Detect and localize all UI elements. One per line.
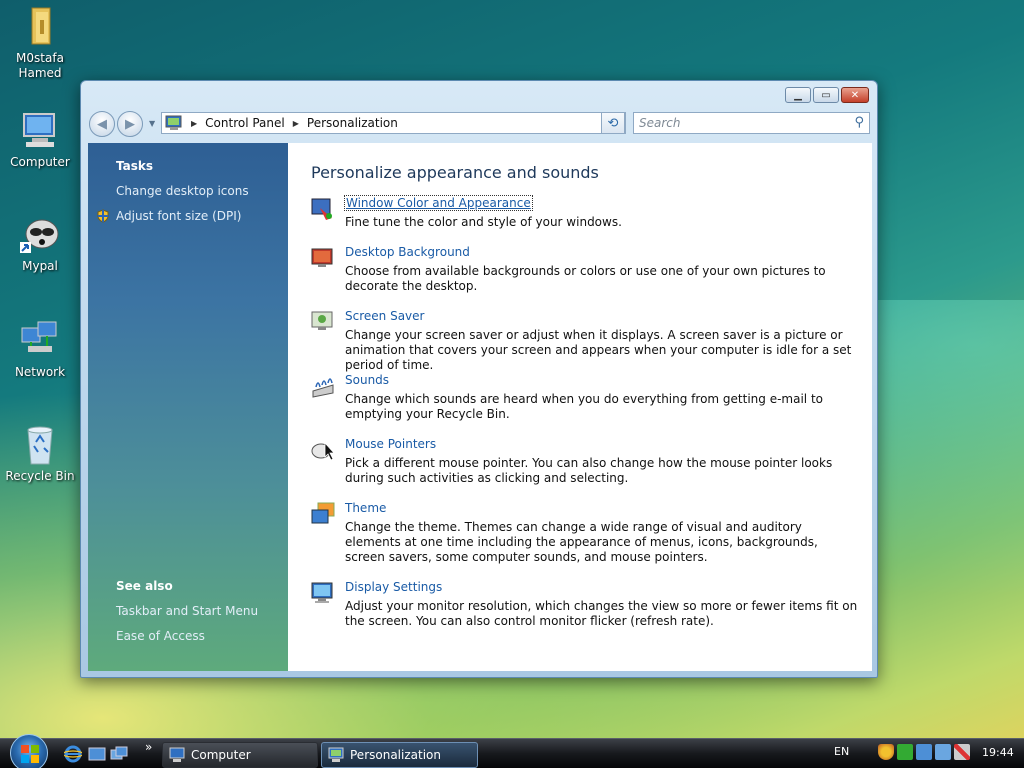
theme-icon [311,502,335,524]
option-title-link[interactable]: Window Color and Appearance [344,195,533,211]
taskbar-button-computer[interactable]: Computer [162,742,318,768]
see-also-taskbar-link[interactable]: Taskbar and Start Menu [116,604,258,618]
desktop-icon-label: Recycle Bin [5,469,75,483]
close-icon: ✕ [850,89,860,101]
search-icon[interactable]: ⚲ [854,115,864,130]
desktop-background-icon [311,248,333,267]
option-description: Adjust your monitor resolution, which ch… [345,599,858,628]
desktop-icon-label: Computer [10,155,70,169]
forward-arrow-icon: ▶ [125,116,135,132]
option-title-link[interactable]: Sounds [345,373,389,387]
minimize-icon: ▁ [794,89,802,101]
computer-icon [23,113,55,147]
task-link-label: Adjust font size (DPI) [116,209,242,223]
system-tray [878,744,970,760]
display-settings-icon [311,582,333,603]
internet-explorer-icon[interactable] [64,745,82,763]
see-also-ease-of-access-link[interactable]: Ease of Access [116,629,258,643]
option-description: Change your screen saver or adjust when … [345,328,852,372]
option-description: Change the theme. Themes can change a wi… [345,520,818,564]
desktop-icon-label: Mypal [22,259,58,273]
show-desktop-icon[interactable] [88,745,106,763]
breadcrumb-separator-icon: ▶ [292,118,299,128]
personalization-window: ▁ ▭ ✕ ◀ ▶ ▼ ▶ Control Panel ▶ Personaliz… [80,80,878,678]
back-button[interactable]: ◀ [89,111,115,137]
screen-saver-icon [311,311,333,330]
option-description: Change which sounds are heard when you d… [345,392,823,421]
recycle-bin-icon [27,426,53,465]
volume-muted-icon[interactable] [954,744,970,760]
see-also-label: Ease of Access [116,629,205,643]
option-description: Fine tune the color and style of your wi… [345,215,622,229]
display-tray-icon[interactable] [935,744,951,760]
taskbar-button-label: Computer [191,748,251,762]
option-title-link[interactable]: Theme [345,501,386,515]
uac-shield-icon [97,209,109,223]
maximize-button[interactable]: ▭ [813,87,839,103]
see-also-heading: See also [116,579,173,593]
page-title: Personalize appearance and sounds [311,163,599,182]
close-button[interactable]: ✕ [841,87,869,103]
recent-pages-dropdown[interactable]: ▼ [149,119,155,128]
option-description: Choose from available backgrounds or col… [345,264,826,293]
network-icon [21,321,57,352]
option-title-link[interactable]: Desktop Background [345,245,470,259]
content-pane: Personalize appearance and sounds Window… [288,143,872,671]
desktop-icon-label: M0stafa Hamed [16,51,64,80]
option-description: Pick a different mouse pointer. You can … [345,456,833,485]
desktop-icon-network[interactable]: Network [0,318,80,380]
desktop-icon-recycle-bin[interactable]: Recycle Bin [0,422,80,484]
address-bar[interactable]: ▶ Control Panel ▶ Personalization ▼ [161,112,626,134]
security-shield-icon[interactable] [878,744,894,760]
task-link-label: Change desktop icons [116,184,249,198]
start-button[interactable] [10,734,48,768]
option-title-link[interactable]: Mouse Pointers [345,437,436,451]
task-link-change-desktop-icons[interactable]: Change desktop icons [116,184,288,198]
back-arrow-icon: ◀ [97,116,107,132]
folder-icon [31,7,51,45]
maximize-icon: ▭ [821,89,831,101]
taskbar-button-personalization[interactable]: Personalization [321,742,478,768]
see-also-section: See also Taskbar and Start Menu Ease of … [88,579,258,643]
breadcrumb-personalization[interactable]: Personalization [307,116,398,130]
raccoon-shortcut-icon [20,219,59,253]
desktop-icon-label: Network [14,365,66,379]
quick-launch-overflow-icon[interactable]: » [145,740,152,754]
tasks-heading: Tasks [116,159,154,173]
see-also-label: Taskbar and Start Menu [116,604,259,618]
windows-logo-icon [21,745,39,763]
breadcrumb-separator-icon: ▶ [191,118,198,128]
personalization-icon [328,747,344,762]
check-icon[interactable] [897,744,913,760]
refresh-icon: ⟲ [607,115,619,131]
forward-button[interactable]: ▶ [117,111,143,137]
desktop-icon-mypal[interactable]: Mypal [0,212,80,274]
taskbar: » Computer Personalization EN 19:44 [0,734,1024,768]
option-title-link[interactable]: Display Settings [345,580,442,594]
task-link-adjust-font-size[interactable]: Adjust font size (DPI) [97,209,288,223]
minimize-button[interactable]: ▁ [785,87,811,103]
taskbar-button-label: Personalization [350,748,441,762]
option-title-link[interactable]: Screen Saver [345,309,424,323]
control-panel-icon [165,115,182,130]
desktop-icon-computer[interactable]: Computer [0,108,80,170]
mouse-icon [311,441,335,461]
window-controls: ▁ ▭ ✕ [785,87,869,103]
desktop-icon-user-folder[interactable]: M0stafa Hamed [0,4,80,81]
sounds-icon [312,378,334,398]
window-color-icon [311,198,332,220]
refresh-button[interactable]: ⟲ [601,112,625,134]
chevron-down-icon: ▼ [149,119,156,128]
switch-windows-icon[interactable] [110,745,128,763]
search-box[interactable]: Search ⚲ [633,112,870,134]
search-placeholder: Search [639,116,681,130]
network-tray-icon[interactable] [916,744,932,760]
task-pane: Tasks Change desktop icons Adjust font s… [88,143,288,671]
computer-icon [169,747,185,762]
clock[interactable]: 19:44 [982,746,1014,759]
breadcrumb-control-panel[interactable]: Control Panel [205,116,285,130]
language-indicator[interactable]: EN [834,745,849,758]
